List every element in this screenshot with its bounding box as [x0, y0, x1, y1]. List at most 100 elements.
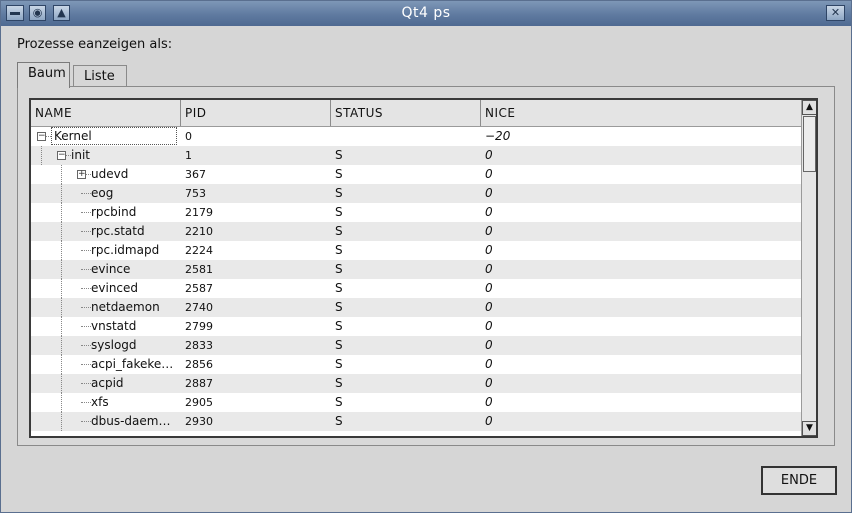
tree-branch-line — [81, 193, 91, 194]
table-row[interactable]: rpcbind 2179 S 0 — [31, 203, 801, 222]
tree-branch-line — [81, 288, 91, 289]
status-cell — [331, 127, 481, 146]
status-cell: S — [335, 319, 343, 333]
tree-branch-line — [61, 279, 62, 298]
pid-cell: 2224 — [185, 244, 213, 257]
column-header-nice[interactable]: NICE — [481, 100, 801, 126]
name-cell: rpcbind — [31, 203, 181, 222]
close-icon[interactable]: ✕ — [826, 5, 845, 21]
name-cell: xfs — [31, 393, 181, 412]
table-row[interactable]: evince 2581 S 0 — [31, 260, 801, 279]
tree-branch-line — [61, 317, 62, 336]
process-name: evince — [91, 262, 131, 276]
table-row[interactable]: + udevd 367 S 0 — [31, 165, 801, 184]
status-cell: S — [335, 338, 343, 352]
table-row[interactable]: acpid 2887 S 0 — [31, 374, 801, 393]
window-title: Qt4 ps — [401, 5, 451, 21]
status-cell: S — [335, 167, 343, 181]
tab-baum[interactable]: Baum — [17, 62, 70, 88]
process-name: eog — [91, 186, 114, 200]
table-row[interactable]: evinced 2587 S 0 — [31, 279, 801, 298]
status-cell: S — [335, 376, 343, 390]
name-cell: eog — [31, 184, 181, 203]
column-header-name[interactable]: NAME — [31, 100, 181, 126]
pid-cell: 2905 — [185, 396, 213, 409]
table-row[interactable]: dbus-daem… 2930 S 0 — [31, 412, 801, 431]
table-row[interactable]: − Kernel 0 −20 — [31, 127, 801, 146]
nice-cell: 0 — [485, 357, 493, 371]
scrollbar-thumb[interactable] — [803, 116, 816, 172]
status-cell: S — [335, 281, 343, 295]
pid-cell: 2581 — [185, 263, 213, 276]
scroll-up-icon[interactable]: ▲ — [802, 100, 816, 115]
tree-branch-line — [81, 364, 91, 365]
process-name: acpid — [91, 376, 124, 390]
status-cell: S — [335, 357, 343, 371]
tree-branch-line — [81, 307, 91, 308]
name-cell: − init — [31, 146, 181, 165]
tab-liste[interactable]: Liste — [73, 65, 127, 87]
table-row[interactable]: acpi_fakeke… 2856 S 0 — [31, 355, 801, 374]
pid-cell: 2740 — [185, 301, 213, 314]
nice-cell: 0 — [485, 205, 493, 219]
pid-cell: 753 — [185, 187, 206, 200]
process-name: acpi_fakeke… — [91, 357, 174, 371]
status-cell: S — [335, 186, 343, 200]
pid-cell: 2833 — [185, 339, 213, 352]
name-cell: syslogd — [31, 336, 181, 355]
pid-cell: 0 — [185, 130, 192, 143]
pid-cell: 2179 — [185, 206, 213, 219]
pid-cell: 2856 — [185, 358, 213, 371]
name-cell: evinced — [31, 279, 181, 298]
tree-branch-line — [81, 383, 91, 384]
table-row[interactable]: − init 1 S 0 — [31, 146, 801, 165]
nice-cell: 0 — [485, 414, 493, 428]
table-row[interactable]: eog 753 S 0 — [31, 184, 801, 203]
name-cell: acpi_fakeke… — [31, 355, 181, 374]
column-header-status[interactable]: STATUS — [331, 100, 481, 126]
nice-cell: 0 — [485, 262, 493, 276]
process-tree[interactable]: NAME PID STATUS NICE − Kernel 0 −20− init 1 S 0… — [29, 98, 818, 438]
nice-cell: 0 — [485, 186, 493, 200]
table-row[interactable]: vnstatd 2799 S 0 — [31, 317, 801, 336]
nice-cell: 0 — [485, 224, 493, 238]
tree-branch-line — [81, 402, 91, 403]
pid-cell: 2210 — [185, 225, 213, 238]
tree-branch-line — [81, 212, 91, 213]
table-row[interactable]: xfs 2905 S 0 — [31, 393, 801, 412]
process-name: syslogd — [91, 338, 137, 352]
nice-cell: 0 — [485, 167, 493, 181]
status-cell: S — [335, 148, 343, 162]
table-row[interactable]: syslogd 2833 S 0 — [31, 336, 801, 355]
nice-cell: 0 — [485, 300, 493, 314]
column-header-pid[interactable]: PID — [181, 100, 331, 126]
table-row[interactable]: rpc.statd 2210 S 0 — [31, 222, 801, 241]
expand-icon[interactable]: + — [77, 170, 86, 179]
status-cell: S — [335, 205, 343, 219]
vertical-scrollbar[interactable]: ▲ ▼ — [801, 100, 816, 436]
process-name: evinced — [91, 281, 139, 295]
name-cell: vnstatd — [31, 317, 181, 336]
tree-branch-line — [81, 250, 91, 251]
tree-branch-line — [81, 231, 91, 232]
tree-header: NAME PID STATUS NICE — [31, 100, 801, 127]
title-bar[interactable]: ◉ ▲ Qt4 ps ✕ — [1, 1, 851, 26]
table-row[interactable]: rpc.idmapd 2224 S 0 — [31, 241, 801, 260]
name-cell: netdaemon — [31, 298, 181, 317]
collapse-icon[interactable]: − — [37, 132, 46, 141]
nice-cell: 0 — [485, 338, 493, 352]
table-row[interactable]: netdaemon 2740 S 0 — [31, 298, 801, 317]
tree-branch-line — [81, 345, 91, 346]
tree-branch-line — [61, 374, 62, 393]
collapse-icon[interactable]: − — [57, 151, 66, 160]
tree-branch-line — [61, 203, 62, 222]
nice-cell: 0 — [485, 148, 493, 162]
tree-rows: − Kernel 0 −20− init 1 S 0 + udevd 367 S 0 eog 753 S 0 rp… — [31, 127, 801, 431]
tree-branch-line — [61, 241, 62, 260]
name-cell: − Kernel — [31, 127, 181, 146]
nice-cell: 0 — [485, 395, 493, 409]
tree-branch-line — [81, 421, 91, 422]
scroll-down-icon[interactable]: ▼ — [802, 421, 816, 436]
ende-button[interactable]: ENDE — [761, 466, 837, 495]
pid-cell: 2587 — [185, 282, 213, 295]
